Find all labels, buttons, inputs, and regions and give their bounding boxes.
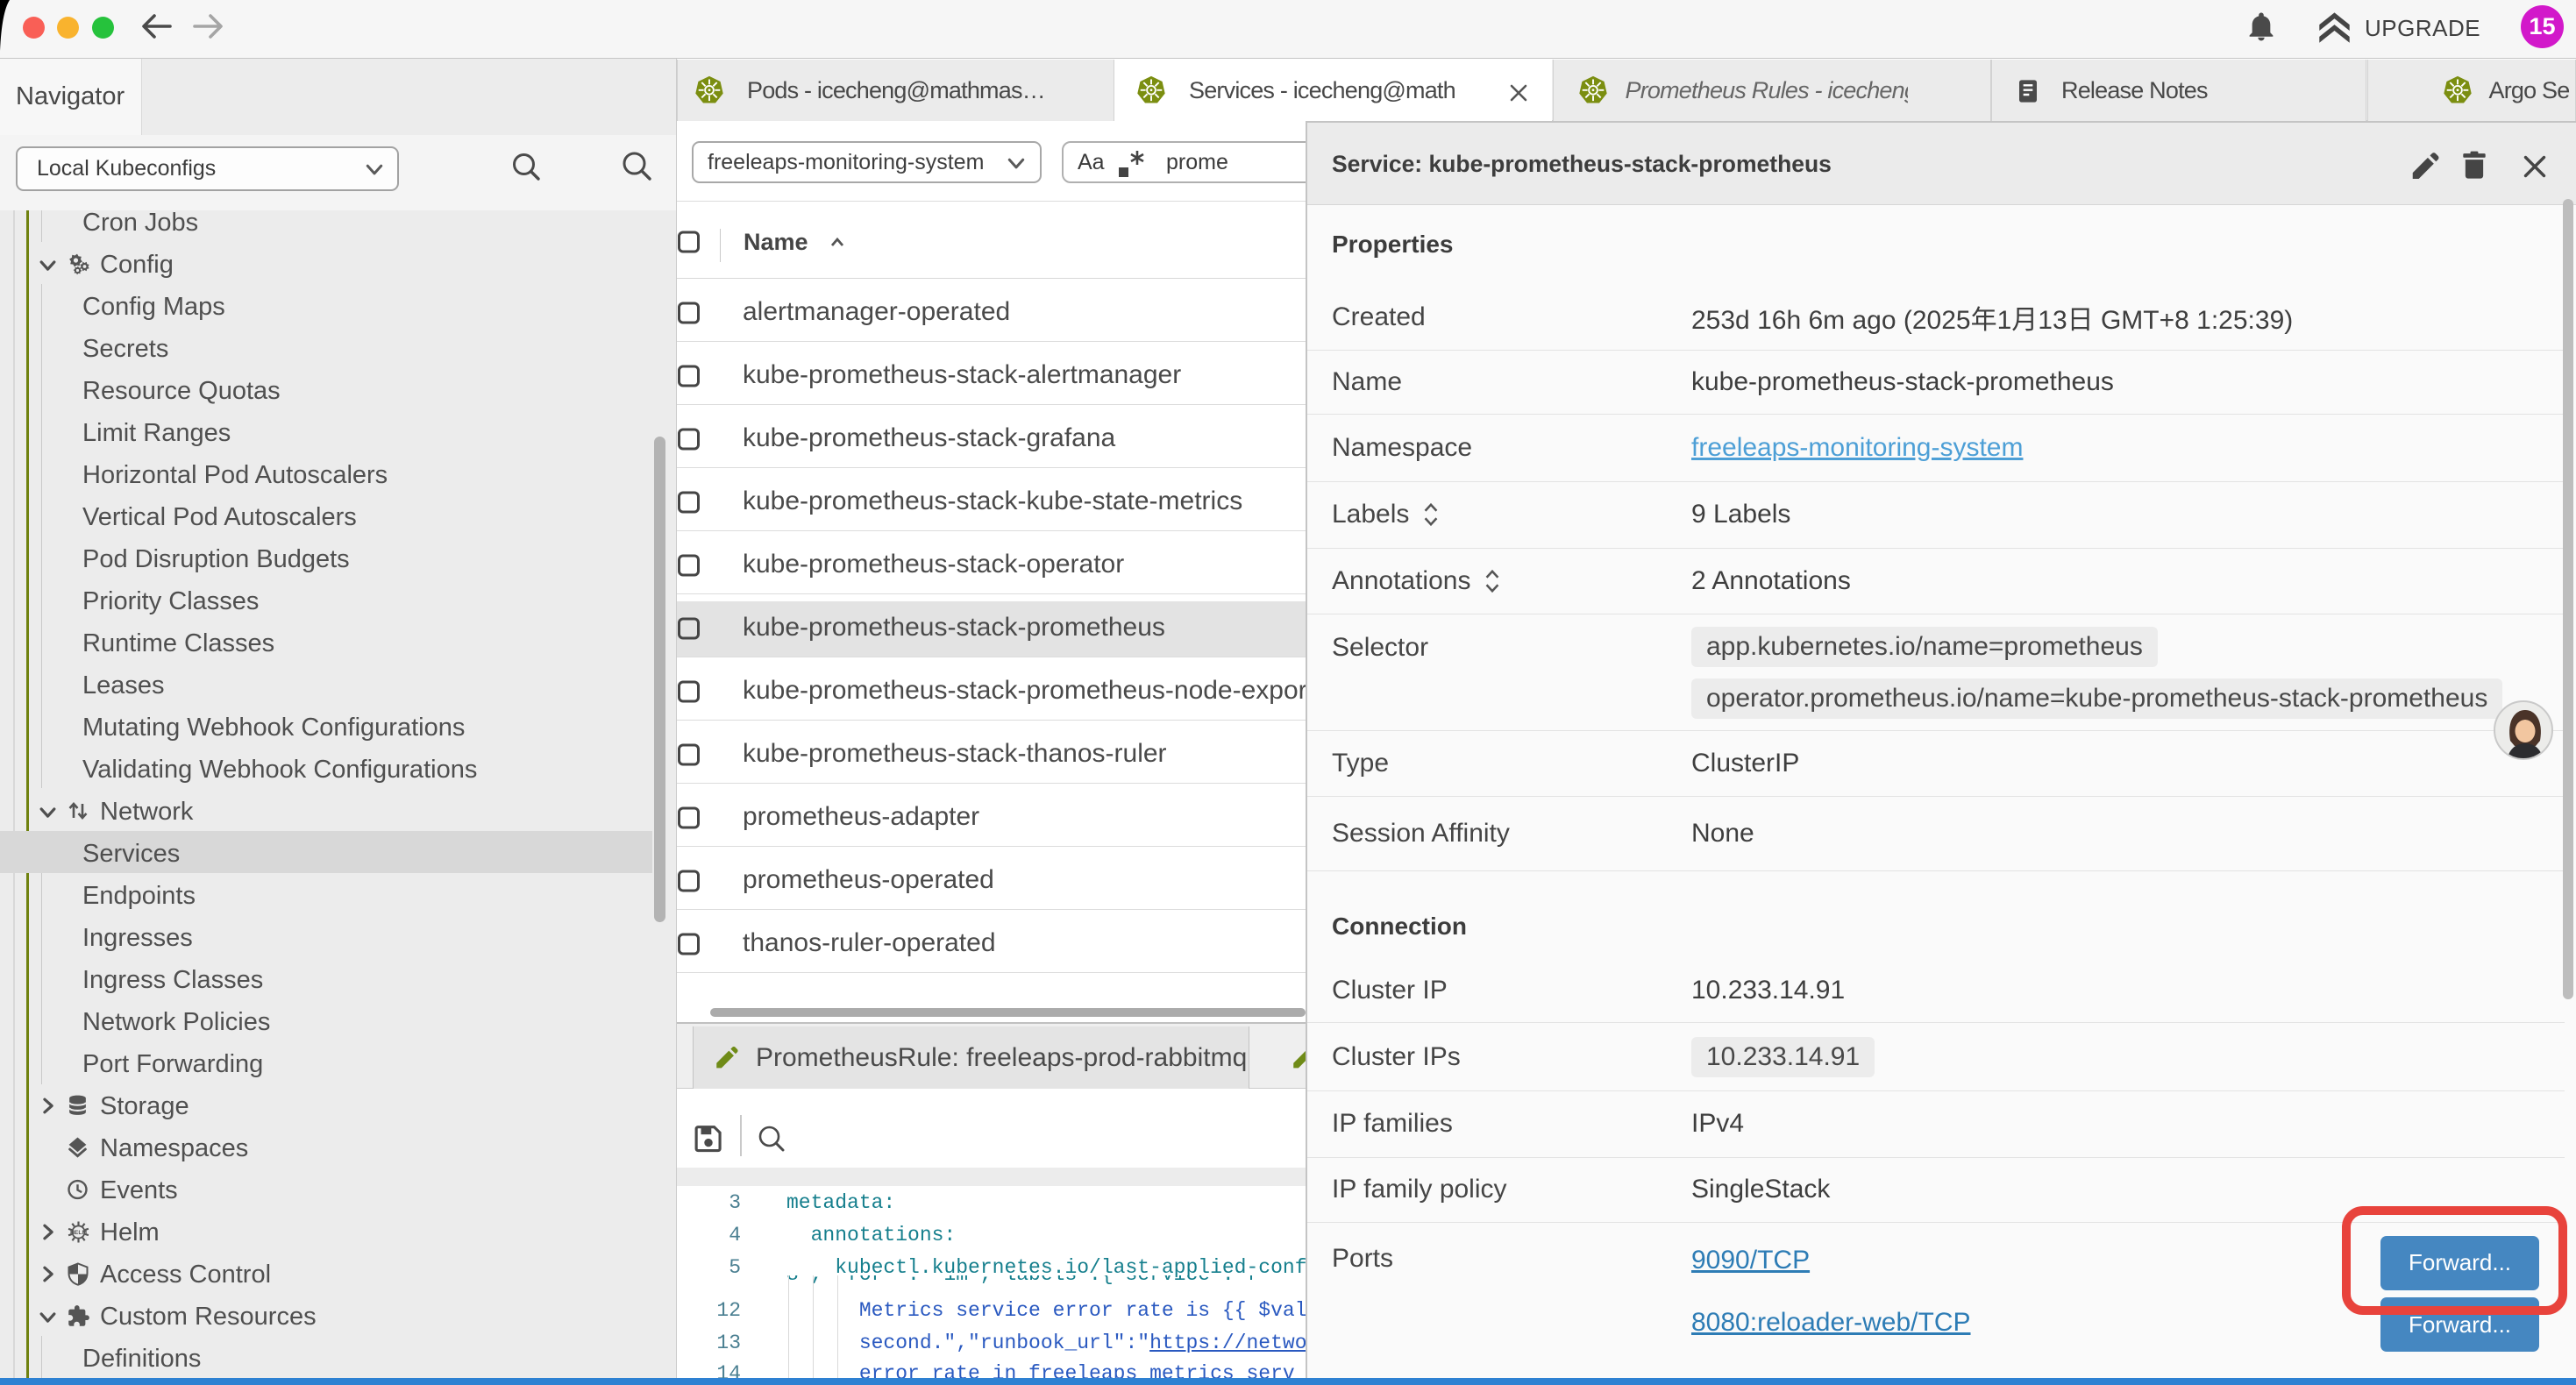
svg-text:HELM: HELM bbox=[70, 1230, 88, 1236]
